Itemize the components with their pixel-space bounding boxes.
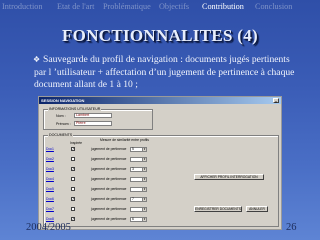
documents-group-label: DOCUMENTS: [48, 133, 74, 137]
table-row: Doc5 jugement de pertinence ▼: [44, 186, 184, 194]
bullet-text: Sauvegarde du profil de navigation : doc…: [34, 54, 295, 91]
column-inspiree: Inspirée: [70, 141, 83, 145]
judgement-select[interactable]: ▼: [130, 156, 147, 162]
chevron-down-icon: ▼: [142, 167, 146, 171]
doc-link[interactable]: Doc2: [46, 157, 54, 161]
doc-checkbox[interactable]: [71, 187, 75, 191]
judgement-value: 5: [132, 146, 134, 151]
doc-judgement-label: jugement de pertinence: [91, 157, 127, 161]
chevron-down-icon: ▼: [142, 187, 146, 191]
session-navigation-window: SESSION NAVIGATION x INFORMATIONS UTILIS…: [38, 96, 282, 230]
chevron-down-icon: ▼: [142, 207, 146, 211]
doc-judgement-label: jugement de pertinence: [91, 147, 127, 151]
judgement-select[interactable]: ▼: [130, 206, 147, 212]
diamond-check-icon: ❖: [33, 55, 41, 64]
doc-checkbox[interactable]: [71, 207, 75, 211]
slide-title: FONCTIONNALITES (4): [61, 26, 259, 45]
window-titlebar: SESSION NAVIGATION: [39, 97, 281, 104]
doc-judgement-label: jugement de pertinence: [91, 197, 127, 201]
judgement-select[interactable]: ▼: [130, 186, 147, 192]
doc-checkbox[interactable]: [71, 157, 75, 161]
doc-judgement-label: jugement de pertinence: [91, 187, 127, 191]
table-row: Doc3 ✓ jugement de pertinence 3 ▼: [44, 166, 184, 174]
nav-item-conclusion[interactable]: Conclusion: [255, 2, 292, 11]
doc-checkbox[interactable]: ✓: [71, 217, 75, 221]
judgement-select[interactable]: 3 ▼: [130, 166, 147, 172]
window-title: SESSION NAVIGATION: [41, 98, 85, 103]
annuler-button[interactable]: ANNULER: [246, 206, 268, 212]
judgement-value: 6: [132, 216, 134, 221]
doc-checkbox[interactable]: ✓: [71, 147, 75, 151]
table-row: Doc4 jugement de pertinence ▼: [44, 176, 184, 184]
judgement-select[interactable]: ▼: [130, 176, 147, 182]
doc-checkbox[interactable]: ✓: [71, 197, 75, 201]
doc-checkbox[interactable]: [71, 177, 75, 181]
nom-label: Nom :: [56, 114, 66, 118]
user-info-group: INFORMATIONS UTILISATEUR Nom : Lambert P…: [43, 107, 153, 130]
top-navigation: Introduction Etat de l'art Problématique…: [0, 0, 320, 14]
chevron-down-icon: ▼: [142, 197, 146, 201]
judgement-select[interactable]: 7 ▼: [130, 196, 147, 202]
nav-item-contribution[interactable]: Contribution: [202, 2, 244, 11]
judgement-select[interactable]: 5 ▼: [130, 146, 147, 152]
judgement-value: 3: [132, 166, 134, 171]
chevron-down-icon: ▼: [142, 147, 146, 151]
chevron-down-icon: ▼: [142, 177, 146, 181]
doc-link[interactable]: Doc5: [46, 187, 54, 191]
prenom-label: Prénom :: [56, 122, 71, 126]
judgement-select[interactable]: 6 ▼: [130, 216, 147, 222]
enregistrer-documents-button[interactable]: ENREGISTRER DOCUMENTS: [194, 206, 242, 212]
chevron-down-icon: ▼: [142, 157, 146, 161]
nav-item-introduction[interactable]: Introduction: [2, 2, 42, 11]
doc-checkbox[interactable]: ✓: [71, 167, 75, 171]
close-icon[interactable]: x: [273, 98, 279, 104]
afficher-profil-button[interactable]: AFFICHER PROFIL INTERROGATION: [194, 174, 264, 180]
chevron-down-icon: ▼: [142, 217, 146, 221]
doc-link[interactable]: Doc4: [46, 177, 54, 181]
doc-link[interactable]: Doc8: [46, 217, 54, 221]
doc-link[interactable]: Doc1: [46, 147, 54, 151]
doc-judgement-label: jugement de pertinence: [91, 207, 127, 211]
judgement-value: 7: [132, 196, 134, 201]
nav-item-etat-de-l-art[interactable]: Etat de l'art: [57, 2, 94, 11]
prenom-field[interactable]: Pierre: [74, 121, 112, 126]
footer-date: 2004/2005: [26, 222, 71, 233]
doc-link[interactable]: Doc7: [46, 207, 54, 211]
doc-link[interactable]: Doc6: [46, 197, 54, 201]
bullet-point: ❖ Sauvegarde du profil de navigation : d…: [33, 54, 296, 92]
nav-item-problematique[interactable]: Problématique: [103, 2, 151, 11]
doc-judgement-label: jugement de pertinence: [91, 177, 127, 181]
page-number: 26: [286, 222, 297, 233]
column-mesure-similarite: Mesure de similarité entre profils: [100, 138, 149, 142]
nom-field[interactable]: Lambert: [74, 113, 112, 118]
table-row: Doc6 ✓ jugement de pertinence 7 ▼: [44, 196, 184, 204]
documents-group: DOCUMENTS Inspirée Mesure de similarité …: [43, 133, 279, 227]
doc-judgement-label: jugement de pertinence: [91, 167, 127, 171]
nav-item-objectifs[interactable]: Objectifs: [159, 2, 189, 11]
table-row: Doc7 jugement de pertinence ▼: [44, 206, 184, 214]
table-row: Doc2 jugement de pertinence ▼: [44, 156, 184, 164]
table-row: Doc1 ✓ jugement de pertinence 5 ▼: [44, 146, 184, 154]
doc-judgement-label: jugement de pertinence: [91, 217, 127, 221]
user-info-group-label: INFORMATIONS UTILISATEUR: [48, 107, 102, 111]
doc-link[interactable]: Doc3: [46, 167, 54, 171]
